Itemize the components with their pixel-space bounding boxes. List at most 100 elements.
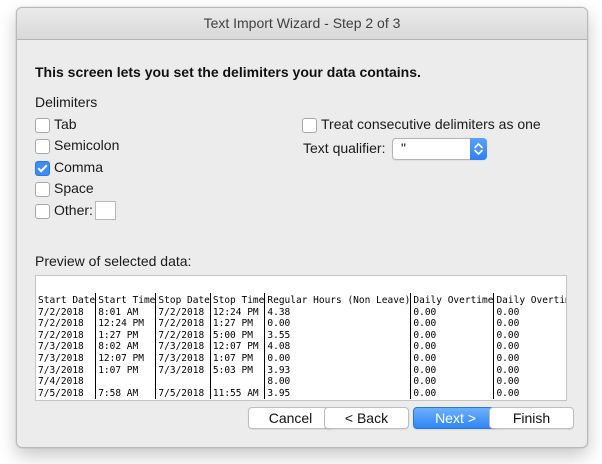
preview-column-header: Stop Time: [210, 293, 266, 307]
text-qualifier-label: Text qualifier:: [303, 140, 386, 156]
space-label[interactable]: Space: [54, 180, 94, 196]
preview-cell: 7/3/2018: [36, 364, 97, 377]
preview-cell: 0.00: [410, 352, 495, 365]
chevron-up-down-icon[interactable]: [470, 138, 487, 160]
preview-label: Preview of selected data:: [35, 253, 192, 269]
preview-row: 7/5/2018 7:58 AM 7/5/2018 11:55 AM 3.95 0.00 0…: [36, 387, 566, 400]
preview-row: 7/2/2018 8:01 AM 7/2/2018 12:24 PM 4.38 0.00 0…: [36, 306, 566, 319]
semicolon-checkbox[interactable]: [35, 139, 50, 154]
preview-cell: 0.00: [493, 364, 566, 377]
preview-cell: 1:27 PM: [95, 329, 157, 342]
preview-cell: 7:58 AM: [95, 387, 157, 400]
instruction-heading: This screen lets you set the delimiters …: [35, 64, 421, 80]
preview-cell: 0.00: [410, 329, 495, 342]
preview-cell: 7/2/2018: [36, 318, 97, 330]
other-label[interactable]: Other:: [54, 202, 93, 218]
preview-cell: 5:03 PM: [210, 364, 266, 377]
preview-cell: 12:24 PM: [95, 318, 157, 330]
preview-cell: 12:07 PM: [210, 341, 266, 353]
next-button[interactable]: Next >: [413, 407, 498, 429]
preview-row: 7/3/2018 12:07 PM 7/3/2018 1:07 PM 0.00 0.00 0…: [36, 352, 566, 365]
preview-cell: 7/4/2018: [36, 376, 97, 388]
tab-checkbox[interactable]: [35, 118, 50, 133]
preview-cell: 4.38: [264, 306, 412, 319]
preview-cell: 7/2/2018: [36, 306, 97, 319]
preview-cell: 7/5/2018: [36, 387, 97, 400]
preview-cell: 7/3/2018: [36, 341, 97, 353]
preview-cell: 0.00: [493, 352, 566, 365]
preview-column-header: Stop Date: [155, 293, 211, 307]
semicolon-label[interactable]: Semicolon: [54, 137, 119, 153]
preview-row: 7/4/2018 8.00 0.00 0.00: [36, 376, 566, 388]
comma-checkbox[interactable]: [35, 161, 50, 176]
preview-column-header: Daily Overtime: [410, 293, 495, 307]
other-delimiter-input[interactable]: [95, 201, 116, 220]
cancel-button[interactable]: Cancel: [248, 407, 333, 429]
text-qualifier-value: ": [401, 140, 406, 156]
treat-consecutive-label[interactable]: Treat consecutive delimiters as one: [321, 116, 541, 132]
preview-row: 7/3/2018 8:02 AM 7/3/2018 12:07 PM 4.08 0.00 0…: [36, 341, 566, 353]
delimiters-label: Delimiters: [35, 94, 98, 110]
preview-header-strip: [35, 275, 567, 295]
preview-cell: 0.00: [493, 329, 566, 342]
preview-cell: 0.00: [264, 352, 412, 365]
preview-cell: 3.55: [264, 329, 412, 342]
preview-cell: 0.00: [410, 364, 495, 377]
preview-cell: 7/3/2018: [36, 352, 97, 365]
preview-cell: 3.95: [264, 387, 412, 400]
preview-cell: 7/2/2018: [155, 329, 211, 342]
preview-column-header: Regular Hours (Non Leave): [264, 293, 412, 307]
preview-cell: [95, 376, 157, 388]
preview-cell: [210, 376, 266, 388]
text-import-wizard-dialog: Text Import Wizard - Step 2 of 3 This sc…: [16, 7, 588, 448]
back-button[interactable]: < Back: [324, 407, 409, 429]
preview-column-header: Start Date: [36, 293, 97, 307]
preview-cell: 0.00: [493, 341, 566, 353]
tab-label[interactable]: Tab: [54, 116, 77, 132]
preview-cell: 1:27 PM: [210, 318, 266, 330]
preview-column-header: Daily Overtime @ 2nd Rat: [493, 293, 566, 307]
preview-cell: 7/3/2018: [155, 352, 211, 365]
preview-cell: 0.00: [410, 387, 495, 400]
preview-cell: 3.93: [264, 364, 412, 377]
text-qualifier-select[interactable]: ": [392, 138, 487, 160]
space-checkbox[interactable]: [35, 182, 50, 197]
preview-cell: 7/3/2018: [155, 364, 211, 377]
preview-cell: 1:07 PM: [210, 352, 266, 365]
treat-consecutive-checkbox[interactable]: [302, 118, 317, 133]
preview-table: Start Date Start Time Stop Date Stop Time Re…: [36, 293, 566, 400]
preview-cell: 5:00 PM: [210, 329, 266, 342]
preview-cell: 7/5/2018: [155, 387, 211, 400]
preview-cell: 0.00: [410, 341, 495, 353]
preview-cell: 4.08: [264, 341, 412, 353]
preview-cell: 8:01 AM: [95, 306, 157, 319]
preview-cell: 0.00: [410, 376, 495, 388]
preview-cell: 7/2/2018: [36, 329, 97, 342]
preview-cell: 8.00: [264, 376, 412, 388]
preview-row: 7/2/2018 12:24 PM 7/2/2018 1:27 PM 0.00 0.00 0…: [36, 318, 566, 330]
preview-cell: 0.00: [410, 318, 495, 330]
preview-cell: 8:02 AM: [95, 341, 157, 353]
preview-cell: 0.00: [493, 306, 566, 319]
preview-cell: 0.00: [493, 318, 566, 330]
window-title: Text Import Wizard - Step 2 of 3: [17, 8, 587, 40]
preview-cell: 7/2/2018: [155, 318, 211, 330]
comma-label[interactable]: Comma: [54, 159, 103, 175]
preview-cell: 7/3/2018: [155, 341, 211, 353]
preview-cell: 7/2/2018: [155, 306, 211, 319]
preview-cell: 0.00: [410, 306, 495, 319]
preview-row: 7/3/2018 1:07 PM 7/3/2018 5:03 PM 3.93 0.00 0.…: [36, 364, 566, 377]
data-preview[interactable]: Start Date Start Time Stop Date Stop Time Re…: [35, 293, 567, 401]
preview-column-header: Start Time: [95, 293, 157, 307]
preview-cell: [155, 376, 211, 388]
other-checkbox[interactable]: [35, 204, 50, 219]
preview-cell: 12:24 PM: [210, 306, 266, 319]
preview-cell: 0.00: [493, 387, 566, 400]
preview-cell: 11:55 AM: [210, 387, 266, 400]
preview-header-row: Start Date Start Time Stop Date Stop Time Re…: [36, 293, 566, 307]
preview-cell: 1:07 PM: [95, 364, 157, 377]
preview-cell: 0.00: [493, 376, 566, 388]
preview-row: 7/2/2018 1:27 PM 7/2/2018 5:00 PM 3.55 0.00 0.…: [36, 329, 566, 342]
preview-cell: 12:07 PM: [95, 352, 157, 365]
finish-button[interactable]: Finish: [489, 407, 574, 429]
